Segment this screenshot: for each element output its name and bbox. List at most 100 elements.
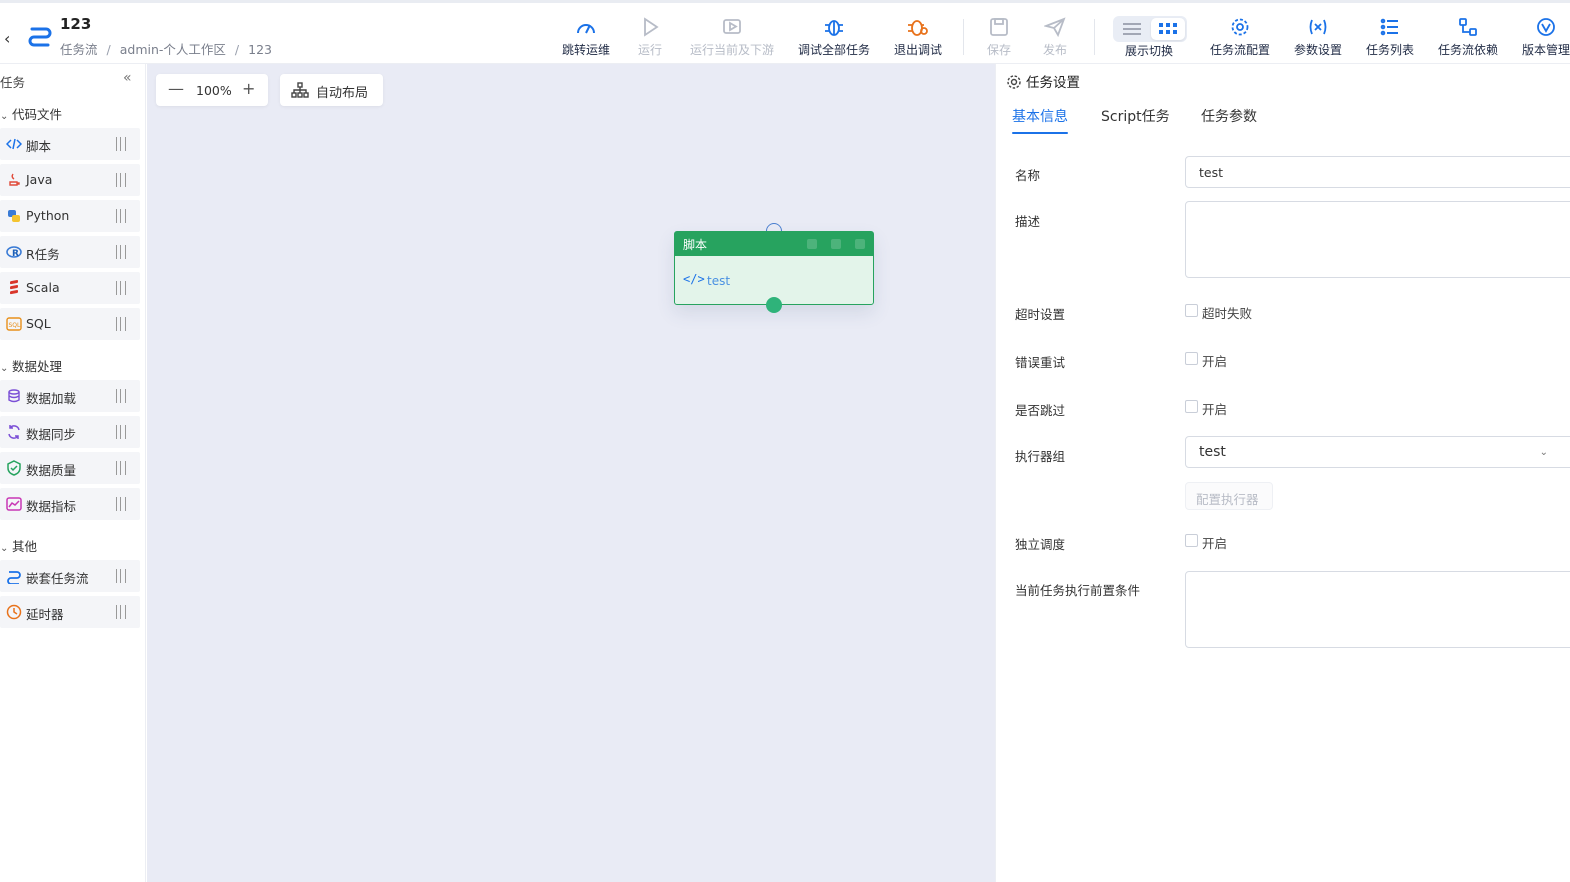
code-icon [6,138,22,150]
retry-checkbox[interactable] [1185,352,1198,365]
palette-item-java[interactable]: Java [0,164,140,196]
task-node-script[interactable]: 脚本 </> test [674,231,874,305]
toolbar-divider [963,19,964,55]
independent-schedule-checkbox[interactable] [1185,534,1198,547]
name-input[interactable]: test [1185,156,1570,188]
drag-handle-icon[interactable] [116,389,126,403]
auto-layout-button[interactable]: 自动布局 [280,74,383,106]
palette-item-data-sync[interactable]: 数据同步 [0,416,140,448]
zoom-control: — 100% + [156,74,268,106]
view-toggle[interactable] [1113,16,1187,42]
tab-script-task[interactable]: Script任务 [1101,106,1170,126]
view-toggle-label: 展示切换 [1125,44,1174,58]
palette-item-nested-flow[interactable]: 嵌套任务流 [0,560,140,592]
page-title: 123 [60,15,92,33]
palette-item-data-load[interactable]: 数据加载 [0,380,140,412]
gear-icon [1231,18,1249,36]
drag-handle-icon[interactable] [116,317,126,331]
retry-option: 开启 [1202,354,1228,369]
save-button[interactable]: 保存 [987,17,1011,61]
exit-debug-button[interactable]: 退出调试 [894,17,942,61]
precondition-textarea[interactable] [1185,571,1570,648]
chevron-left-icon[interactable]: ‹ [4,29,10,48]
run-button[interactable]: 运行 [638,17,662,61]
code-icon: </> [683,272,705,286]
play-downstream-icon [723,19,741,34]
palette-item-sql[interactable]: SQL SQL [0,308,140,340]
timeout-fail-checkbox[interactable] [1185,304,1198,317]
skip-checkbox[interactable] [1185,400,1198,413]
palette-item-delay[interactable]: 延时器 [0,596,140,628]
flow-logo-icon [28,27,52,47]
drag-handle-icon[interactable] [116,281,126,295]
gear-icon [1007,75,1021,89]
publish-button[interactable]: 发布 [1043,17,1067,61]
send-icon [1044,17,1066,37]
database-icon [8,389,20,403]
breadcrumb-item[interactable]: admin-个人工作区 [120,42,226,57]
python-icon [8,210,20,222]
flow-dependency-button[interactable]: 任务流依赖 [1438,17,1498,61]
node-delete-icon[interactable] [831,239,841,249]
task-node-header: 脚本 [675,232,873,256]
group-other[interactable]: ⌄ 其他 [0,536,37,555]
palette-item-scala[interactable]: Scala [0,272,140,304]
drag-handle-icon[interactable] [116,497,126,511]
list-icon [1380,18,1398,36]
drag-handle-icon[interactable] [116,245,126,259]
node-output-port[interactable] [766,297,782,313]
drag-handle-icon[interactable] [116,137,126,151]
panel-tabs: 基本信息 Script任务 任务参数 [996,100,1570,136]
flow-config-button[interactable]: 任务流配置 [1210,17,1270,61]
version-management-button[interactable]: 版本管理 [1522,17,1570,61]
zoom-in-button[interactable]: + [242,79,255,98]
task-node-type: 脚本 [683,238,708,252]
bug-exit-icon [908,20,928,36]
debug-all-button[interactable]: 调试全部任务 [798,17,870,61]
drag-handle-icon[interactable] [116,605,126,619]
executor-group-select[interactable]: test ⌄ [1185,436,1570,468]
drag-handle-icon[interactable] [116,425,126,439]
grid-view-segment[interactable] [1151,18,1185,40]
palette-item-data-metric[interactable]: 数据指标 [0,488,140,520]
description-label: 描述 [1015,214,1041,229]
svg-text:R: R [12,249,19,259]
breadcrumb-item: 123 [248,42,272,57]
tab-task-params[interactable]: 任务参数 [1201,106,1257,126]
collapse-double-chevron-icon[interactable]: « [123,70,132,86]
tab-basic-info[interactable]: 基本信息 [1012,106,1068,126]
drag-handle-icon[interactable] [116,173,126,187]
shield-check-icon [7,460,21,476]
timeout-fail-option: 超时失败 [1202,306,1253,321]
java-icon [9,173,20,186]
group-code-files[interactable]: ⌄ 代码文件 [0,104,62,123]
node-run-icon[interactable] [855,239,865,249]
flow-canvas[interactable]: — 100% + 自动布局 脚本 </> test [147,64,995,882]
configure-executor-button[interactable]: 配置执行器 [1185,482,1273,510]
task-node-name: test [707,274,731,288]
group-data-processing[interactable]: ⌄ 数据处理 [0,356,62,375]
timeout-label: 超时设置 [1015,307,1066,322]
param-settings-button[interactable]: 参数设置 [1294,17,1342,61]
chevron-down-icon: ⌄ [1539,447,1548,458]
dependency-icon [1459,18,1477,36]
scala-icon [10,280,18,295]
palette-item-data-quality[interactable]: 数据质量 [0,452,140,484]
palette-item-script[interactable]: 脚本 [0,128,140,160]
run-downstream-button[interactable]: 运行当前及下游 [690,17,774,61]
palette-item-python[interactable]: Python [0,200,140,232]
skip-option: 开启 [1202,402,1228,417]
zoom-out-button[interactable]: — [168,79,184,98]
drag-handle-icon[interactable] [116,461,126,475]
palette-item-r[interactable]: R R任务 [0,236,140,268]
list-view-segment[interactable] [1115,18,1149,40]
gauge-icon [577,24,595,34]
breadcrumb-item[interactable]: 任务流 [60,42,98,57]
node-copy-icon[interactable] [807,239,817,249]
drag-handle-icon[interactable] [116,209,126,223]
task-list-button[interactable]: 任务列表 [1366,17,1414,61]
drag-handle-icon[interactable] [116,569,126,583]
description-textarea[interactable] [1185,201,1570,278]
r-icon: R [6,246,22,259]
ops-jump-button[interactable]: 跳转运维 [562,17,610,61]
